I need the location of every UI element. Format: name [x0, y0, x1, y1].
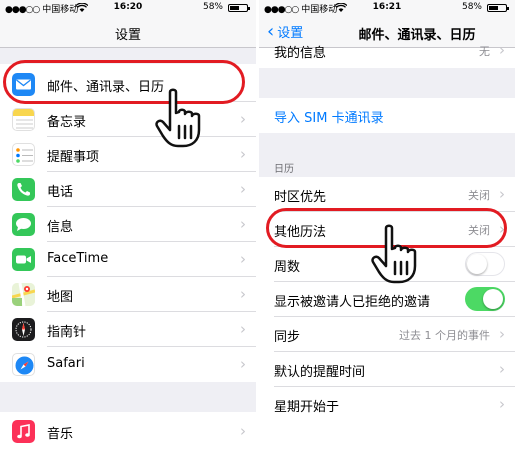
settings-item-phone[interactable]: 电话 › [0, 172, 256, 207]
item-label: 邮件、通讯录、日历 [47, 80, 165, 95]
import-sim-contacts-button[interactable]: 导入 SIM 卡通讯录 [259, 98, 515, 133]
chevron-right-icon: › [240, 250, 246, 268]
row-value: 关闭 [468, 224, 490, 237]
calendar-section-header: 日历 [274, 164, 294, 175]
settings-list: 邮件、通讯录、日历 备忘录 › 提醒事项 › 电话 › 信息 › FaceTim… [0, 64, 256, 382]
row-label: 同步 [274, 330, 301, 345]
item-label: 指南针 [47, 325, 87, 340]
settings-item-safari[interactable]: Safari › [0, 347, 256, 382]
settings-item-music[interactable]: 音乐 › [0, 414, 256, 449]
settings-item-notes[interactable]: 备忘录 › [0, 102, 256, 137]
row-label: 周数 [274, 260, 301, 275]
mail-icon [12, 73, 35, 96]
chevron-right-icon: › [240, 320, 246, 338]
row-label: 默认的提醒时间 [274, 365, 366, 380]
row-label: 其他历法 [274, 225, 327, 240]
sync-row[interactable]: 同步 过去 1 个月的事件 › [259, 317, 515, 352]
settings-item-reminders[interactable]: 提醒事项 › [0, 137, 256, 172]
item-label: 备忘录 [47, 115, 87, 130]
status-bar: ●●●○○ 中国移动 16:20 58% [0, 0, 256, 16]
settings-screen: ●●●○○中国移动 16:20 58% 设置 邮件、通讯录、日历 备忘录 › [0, 0, 256, 451]
settings-item-messages[interactable]: 信息 › [0, 207, 256, 242]
music-icon [12, 420, 35, 443]
chevron-right-icon: › [499, 185, 505, 203]
settings-item-maps[interactable]: 地图 › [0, 277, 256, 312]
item-label: 地图 [47, 290, 74, 305]
battery-percent: 58% [461, 2, 482, 12]
item-label: FaceTime [47, 251, 109, 266]
item-label: 音乐 [47, 427, 74, 442]
battery-fill [489, 6, 499, 10]
calendar-settings-list: 时区优先 关闭 › 其他历法 关闭 › 周数 显示被邀请人已拒绝的邀请 同步 过… [259, 177, 515, 451]
import-sim-label: 导入 SIM 卡通讯录 [274, 111, 384, 126]
battery-icon [228, 4, 250, 12]
settings-item-mail-contacts-calendar[interactable]: 邮件、通讯录、日历 [0, 67, 256, 102]
show-declined-toggle[interactable] [465, 287, 505, 311]
week-numbers-toggle[interactable] [465, 252, 505, 276]
chevron-right-icon: › [240, 355, 246, 373]
default-alert-times-row[interactable]: 默认的提醒时间 › [259, 352, 515, 387]
row-label: 我的信息 [274, 46, 327, 61]
chevron-right-icon: › [240, 110, 246, 128]
item-label: 电话 [47, 185, 74, 200]
reminders-icon [12, 143, 35, 166]
compass-icon [12, 318, 35, 341]
item-label: 提醒事项 [47, 150, 100, 165]
settings-item-facetime[interactable]: FaceTime › [0, 242, 256, 277]
chevron-right-icon: › [240, 180, 246, 198]
chevron-right-icon: › [499, 41, 505, 59]
status-bar: ●●●○○ 中国移动 16:21 58% [259, 0, 515, 16]
facetime-icon [12, 248, 35, 271]
item-label: 信息 [47, 220, 74, 235]
messages-icon [12, 213, 35, 236]
settings-list-media: 音乐 › [0, 412, 256, 451]
row-label: 时区优先 [274, 190, 327, 205]
mail-contacts-calendar-screen: ●●●○○ 中国移动 16:21 58% ‹ 设置 邮件、通讯录、日历 我的信息 … [259, 0, 515, 451]
battery-icon [487, 4, 509, 12]
battery-fill [230, 6, 240, 10]
row-value: 无 [479, 45, 490, 58]
chevron-right-icon: › [499, 325, 505, 343]
my-info-row[interactable]: 我的信息 无 › [259, 33, 515, 68]
battery-percent: 58% [202, 2, 223, 12]
nav-bar: 设置 [0, 16, 256, 48]
chevron-right-icon: › [240, 285, 246, 303]
chevron-right-icon: › [240, 422, 246, 440]
item-label: Safari [47, 356, 85, 371]
chevron-right-icon: › [499, 220, 505, 238]
row-value: 过去 1 个月的事件 [399, 329, 490, 342]
contacts-list-partial: 我的信息 无 › [259, 41, 515, 68]
row-label: 显示被邀请人已拒绝的邀请 [274, 295, 431, 310]
time-zone-override-row[interactable]: 时区优先 关闭 › [259, 177, 515, 212]
week-numbers-row: 周数 [259, 247, 515, 282]
safari-icon [12, 353, 35, 376]
settings-item-compass[interactable]: 指南针 › [0, 312, 256, 347]
chevron-right-icon: › [499, 395, 505, 413]
start-week-on-row[interactable]: 星期开始于 › [259, 387, 515, 422]
chevron-right-icon: › [240, 215, 246, 233]
page-title: 设置 [114, 28, 141, 43]
phone-icon [12, 178, 35, 201]
chevron-right-icon: › [240, 145, 246, 163]
alternate-calendars-row[interactable]: 其他历法 关闭 › [259, 212, 515, 247]
row-value: 关闭 [468, 189, 490, 202]
import-sim-section: 导入 SIM 卡通讯录 [259, 98, 515, 133]
maps-icon [12, 283, 35, 306]
show-declined-invitees-row: 显示被邀请人已拒绝的邀请 [259, 282, 515, 317]
row-label: 星期开始于 [274, 400, 340, 415]
chevron-right-icon: › [499, 360, 505, 378]
notes-icon [12, 108, 35, 131]
